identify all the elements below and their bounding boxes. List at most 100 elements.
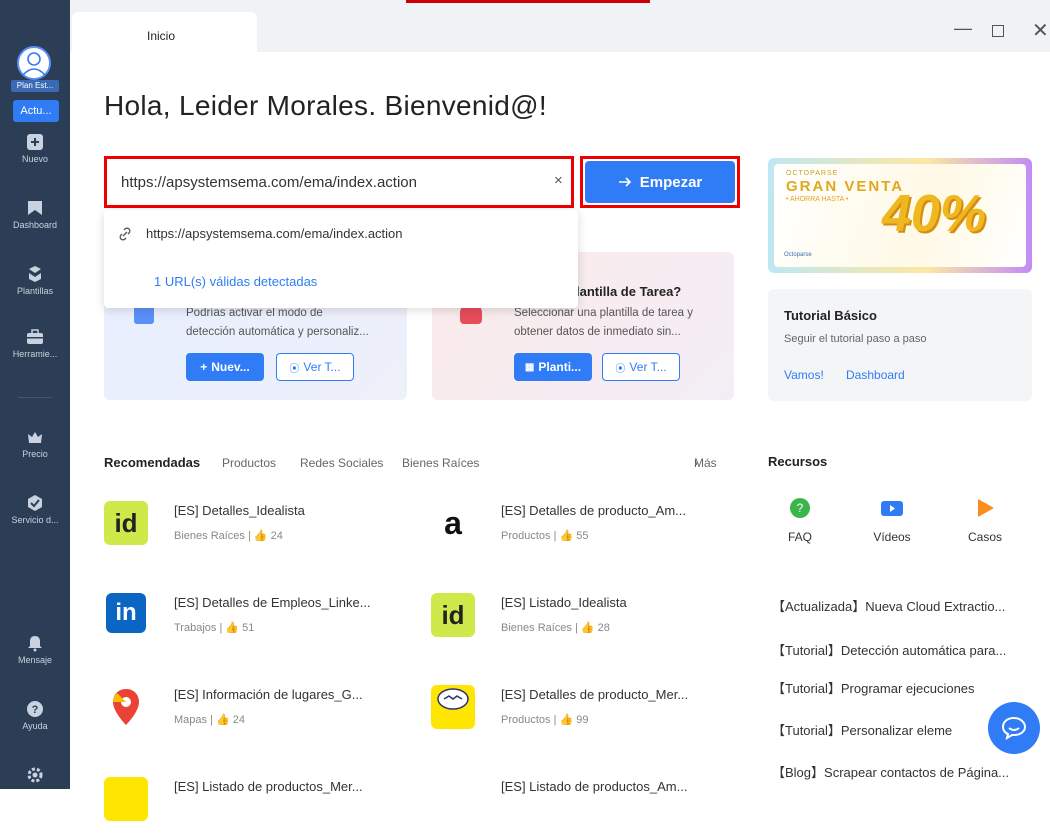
toolbox-icon <box>27 329 43 344</box>
template-item[interactable]: [ES] Detalles de producto_Mer... Product… <box>431 685 731 745</box>
page-title: Hola, Leider Morales. Bienvenid@! <box>104 90 547 121</box>
sidebar-item-label: Mensaje <box>17 655 53 665</box>
idealista-logo: id <box>431 593 475 637</box>
grid-icon: ▦ <box>524 361 535 373</box>
resource-link[interactable]: 【Blog】Scrapear contactos de Página... <box>772 762 1009 781</box>
main-content: Hola, Leider Morales. Bienvenid@! × Empe… <box>70 52 1050 821</box>
template-item[interactable]: [ES] Listado de productos_Mer... <box>104 777 404 837</box>
sidebar-divider <box>18 397 52 398</box>
template-item[interactable]: id [ES] Listado_Idealista Bienes Raíces … <box>431 593 731 653</box>
view-tutorial-button[interactable]: ⦿ Ver T... <box>602 353 680 381</box>
dashboard-icon <box>28 201 42 215</box>
tab-productos[interactable]: Productos <box>222 456 276 470</box>
tab-bienes-raices[interactable]: Bienes Raíces <box>402 456 479 470</box>
template-item[interactable]: [ES] Listado de productos_Am... <box>431 777 731 837</box>
sidebar-item-mensaje[interactable]: Mensaje <box>0 634 70 665</box>
card-desc-line: detección automática y personaliz... <box>186 326 369 338</box>
sidebar-item-ayuda[interactable]: ? Ayuda <box>0 700 70 731</box>
tutorial-link-vamos[interactable]: Vamos! <box>784 368 824 382</box>
sidebar-item-label: Servicio d... <box>11 515 59 525</box>
faq-button[interactable]: ? FAQ <box>770 497 830 544</box>
sidebar-item-settings[interactable] <box>0 766 70 787</box>
avatar[interactable] <box>17 46 51 80</box>
promo-logo: Octoparse <box>784 252 812 258</box>
videos-button[interactable]: Vídeos <box>862 497 922 544</box>
resource-link[interactable]: 【Actualizada】Nueva Cloud Extractio... <box>772 596 1005 615</box>
tab-recomendadas[interactable]: Recomendadas <box>104 455 200 470</box>
template-title: [ES] Detalles de producto_Am... <box>501 503 686 518</box>
tab-inicio[interactable]: Inicio <box>72 12 257 52</box>
google-maps-icon <box>113 689 139 725</box>
sidebar: Plan Est... Actu... Nuevo Dashboard Plan… <box>0 0 70 789</box>
template-item[interactable]: a [ES] Detalles de producto_Am... Produc… <box>431 501 731 561</box>
service-icon <box>28 495 42 511</box>
svg-text:?: ? <box>797 501 804 515</box>
cases-button[interactable]: Casos <box>955 497 1015 544</box>
tutorial-card: Tutorial Básico Seguir el tutorial paso … <box>768 289 1032 401</box>
resource-link[interactable]: 【Tutorial】Personalizar eleme <box>772 720 952 739</box>
sidebar-item-label: Ayuda <box>22 721 48 731</box>
button-label: Ver T... <box>629 360 667 374</box>
cases-icon <box>978 499 994 517</box>
crown-icon <box>28 432 42 443</box>
card-desc-line: obtener datos de inmediato sin... <box>514 326 681 338</box>
sidebar-item-precio[interactable]: Precio <box>0 428 70 459</box>
clear-icon[interactable]: × <box>554 172 563 189</box>
template-button[interactable]: ▦ Planti... <box>514 353 592 381</box>
tutorial-link-dashboard[interactable]: Dashboard <box>846 368 905 382</box>
tab-redes-sociales[interactable]: Redes Sociales <box>300 456 383 470</box>
tutorial-title: Tutorial Básico <box>784 308 877 323</box>
new-task-button[interactable]: + Nuev... <box>186 353 264 381</box>
maximize-icon[interactable] <box>992 25 1004 37</box>
resource-link[interactable]: 【Tutorial】Programar ejecuciones <box>772 678 975 697</box>
red-bar <box>406 0 650 3</box>
promo-percent: 40% <box>882 185 987 243</box>
template-title: [ES] Detalles de Empleos_Linke... <box>174 595 371 610</box>
promo-brand: OCTOPARSE <box>786 170 839 177</box>
svg-text:?: ? <box>32 704 39 716</box>
promo-banner[interactable]: OCTOPARSE GRAN VENTA • AHORRA HASTA • 40… <box>768 158 1032 273</box>
update-badge[interactable]: Actu... <box>13 100 59 122</box>
more-link[interactable]: Más › <box>694 456 717 470</box>
user-avatar-icon <box>22 52 46 76</box>
valid-url-count[interactable]: 1 URL(s) válidas detectadas <box>154 274 317 289</box>
sidebar-item-herramientas[interactable]: Herramie... <box>0 328 70 359</box>
play-icon: ⦿ <box>615 363 626 375</box>
start-button[interactable]: Empezar <box>585 161 735 203</box>
template-title: [ES] Información de lugares_G... <box>174 687 363 702</box>
card-desc: Podrías activar el modo de detección aut… <box>186 304 369 342</box>
url-suggestion[interactable]: https://apsystemsema.com/ema/index.actio… <box>118 226 403 241</box>
sidebar-item-label: Herramie... <box>12 349 58 359</box>
arrow-right-icon <box>618 177 631 187</box>
resource-link[interactable]: 【Tutorial】Detección automática para... <box>772 640 1006 659</box>
sidebar-item-servicio[interactable]: Servicio d... <box>0 494 70 525</box>
template-item[interactable]: id [ES] Detalles_Idealista Bienes Raíces… <box>104 501 404 561</box>
chat-button[interactable] <box>988 702 1040 754</box>
gear-icon <box>27 767 43 783</box>
template-item[interactable]: [ES] Información de lugares_G... Mapas |… <box>104 685 404 745</box>
template-meta: Trabajos | 👍 51 <box>174 622 255 634</box>
mercadolibre-logo <box>431 685 475 729</box>
play-icon: ⦿ <box>289 363 300 375</box>
start-button-frame: Empezar <box>580 156 740 208</box>
start-button-label: Empezar <box>639 173 703 191</box>
button-label: Planti... <box>538 360 582 374</box>
video-icon <box>881 501 903 516</box>
card-title: lantilla de Tarea? <box>576 284 682 299</box>
template-title: [ES] Detalles_Idealista <box>174 503 305 518</box>
faq-label: FAQ <box>787 530 812 544</box>
tab-label: Inicio <box>147 29 176 43</box>
template-item[interactable]: in [ES] Detalles de Empleos_Linke... Tra… <box>104 593 404 653</box>
sidebar-item-plantillas[interactable]: Plantillas <box>0 265 70 296</box>
sidebar-item-nuevo[interactable]: Nuevo <box>0 133 70 164</box>
title-bar: Inicio — ✕ <box>70 0 1050 52</box>
url-input-frame: × <box>104 156 574 208</box>
view-tutorial-button[interactable]: ⦿ Ver T... <box>276 353 354 381</box>
videos-label: Vídeos <box>873 530 911 544</box>
plus-icon: + <box>200 360 208 374</box>
template-title: [ES] Listado_Idealista <box>501 595 627 610</box>
close-icon[interactable]: ✕ <box>1032 18 1049 43</box>
sidebar-item-dashboard[interactable]: Dashboard <box>0 199 70 230</box>
url-input[interactable] <box>107 159 571 205</box>
minimize-icon[interactable]: — <box>954 18 972 39</box>
